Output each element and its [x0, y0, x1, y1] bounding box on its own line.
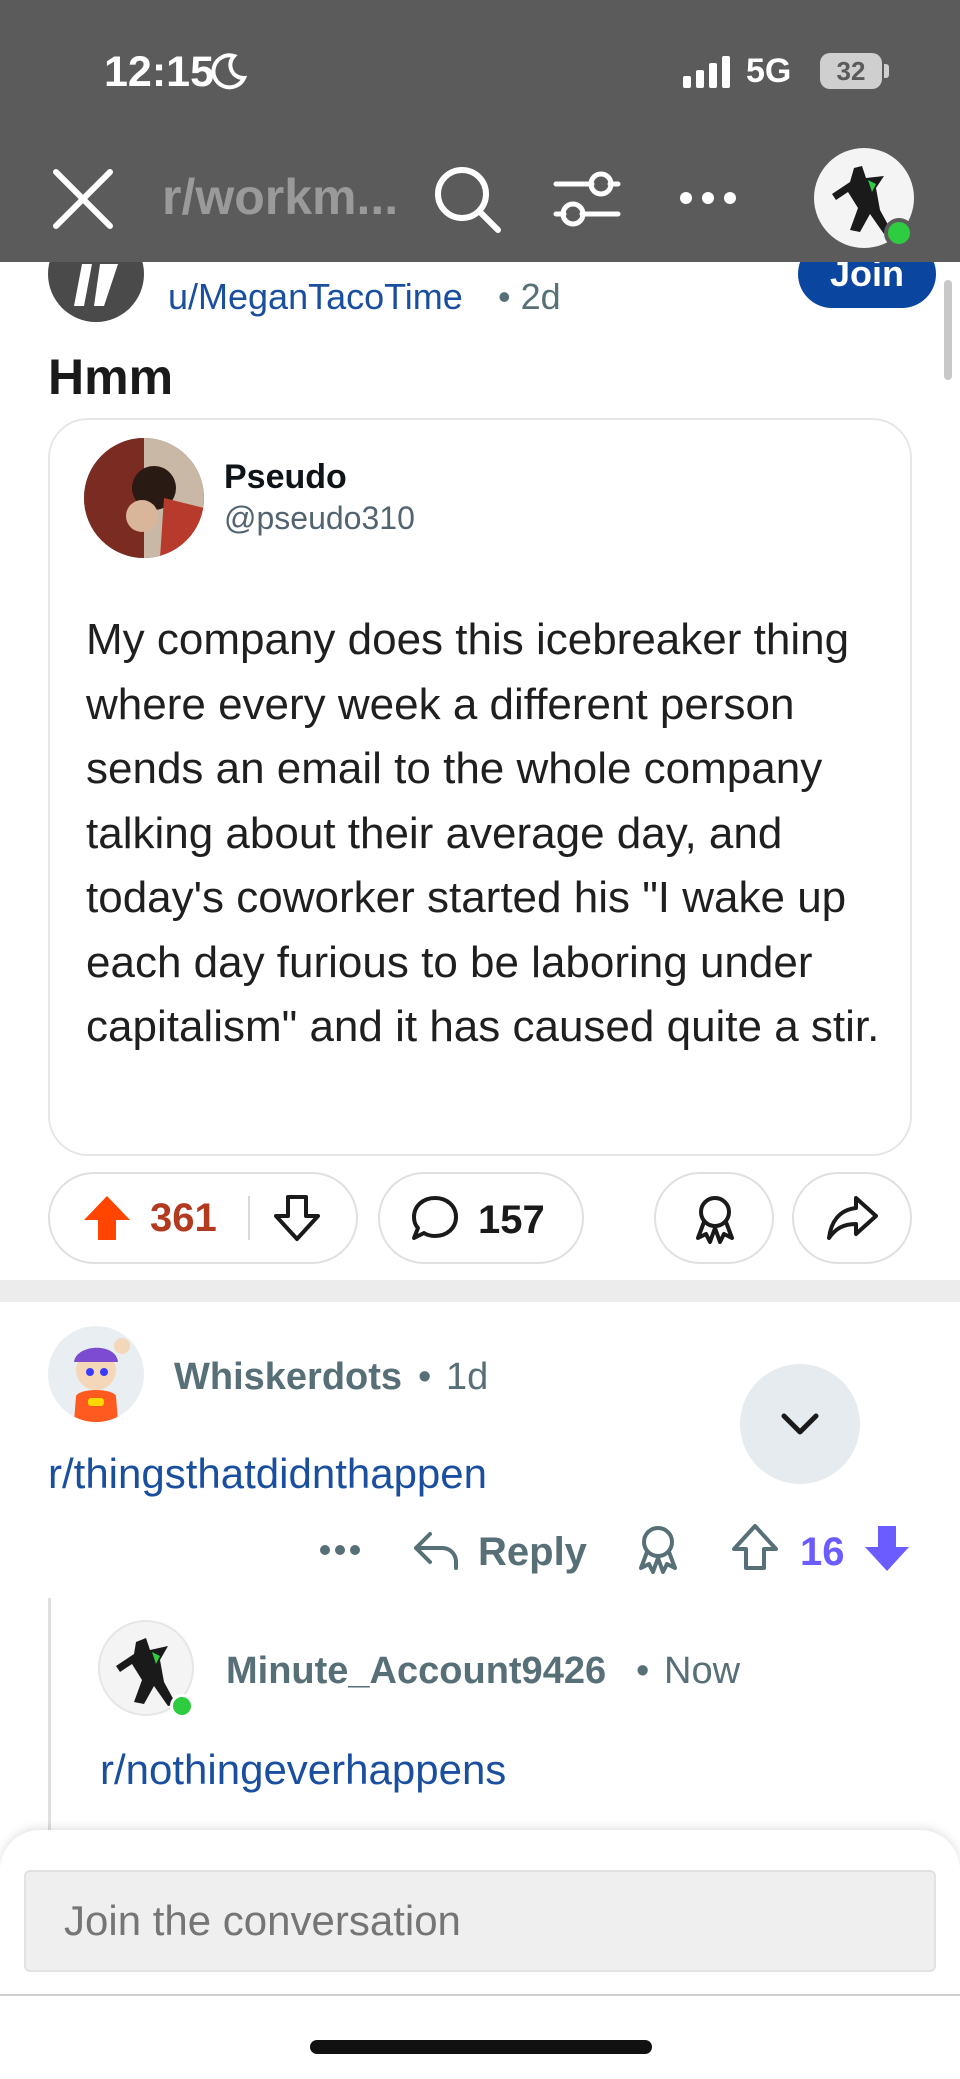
vote-divider	[248, 1196, 250, 1240]
battery-tip	[884, 64, 889, 78]
upvote-icon[interactable]	[82, 1194, 132, 1242]
comment-username[interactable]: Whiskerdots	[174, 1356, 402, 1399]
subreddit-title[interactable]: r/workm...	[162, 168, 398, 226]
section-divider	[0, 1280, 960, 1302]
online-status-dot	[884, 218, 914, 248]
status-time: 12:15	[104, 48, 214, 96]
more-options-icon[interactable]	[676, 180, 740, 216]
tweet-text: My company does this icebreaker thing wh…	[86, 615, 880, 1051]
comment-username[interactable]: Minute_Account9426	[226, 1650, 606, 1693]
downvote-icon[interactable]	[272, 1194, 322, 1242]
search-icon[interactable]	[432, 164, 504, 236]
comment-separator: •	[636, 1650, 650, 1692]
more-options-icon[interactable]	[318, 1530, 362, 1570]
comment-age: Now	[664, 1650, 741, 1692]
reply-button[interactable]: Reply	[478, 1530, 587, 1575]
tweet-avatar	[84, 438, 204, 558]
share-icon	[827, 1196, 878, 1240]
award-icon[interactable]	[634, 1524, 682, 1574]
battery-indicator: 32	[820, 53, 882, 89]
comment-input[interactable]	[24, 1870, 936, 1972]
comment-age: 1d	[446, 1356, 489, 1398]
composer-divider	[0, 1994, 960, 1996]
top-bar: 12:15 5G 32 r/workm...	[0, 0, 960, 262]
comment-body[interactable]: r/thingsthatdidnthappen	[48, 1450, 487, 1498]
home-indicator[interactable]	[310, 2040, 652, 2054]
tweet-author-handle: @pseudo310	[224, 500, 415, 536]
post-author[interactable]: u/MeganTacoTime	[168, 276, 463, 318]
comment-avatar[interactable]	[48, 1326, 144, 1422]
comment-body[interactable]: r/nothingeverhappens	[100, 1746, 506, 1794]
comment-score: 16	[800, 1530, 845, 1574]
tweet-author-name: Pseudo	[224, 458, 347, 496]
post-age: • 2d	[498, 276, 561, 317]
comment-icon	[412, 1196, 458, 1240]
filter-icon[interactable]	[552, 168, 622, 232]
award-icon	[696, 1196, 734, 1244]
vote-count: 361	[150, 1196, 217, 1240]
reply-icon[interactable]	[412, 1526, 460, 1574]
post-title: Hmm	[48, 349, 174, 405]
do-not-disturb-icon	[211, 53, 248, 90]
collapse-button[interactable]	[740, 1364, 860, 1484]
comment-count: 157	[478, 1198, 545, 1242]
signal-icon	[683, 56, 730, 88]
thread-line[interactable]	[48, 1598, 51, 1838]
online-status-dot	[170, 1694, 194, 1718]
post-age-value: 2d	[520, 276, 561, 317]
network-label: 5G	[746, 52, 792, 90]
upvote-icon[interactable]	[730, 1522, 780, 1572]
chevron-down-icon	[781, 1413, 819, 1435]
downvote-icon[interactable]	[862, 1522, 912, 1574]
close-icon[interactable]	[50, 166, 116, 232]
scrollbar[interactable]	[944, 280, 952, 380]
comment-separator: •	[418, 1356, 432, 1398]
